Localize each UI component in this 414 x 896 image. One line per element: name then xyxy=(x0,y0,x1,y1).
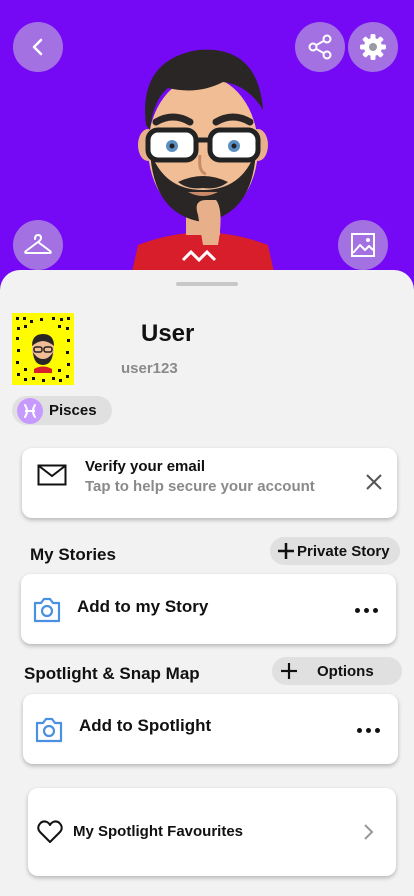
pisces-icon xyxy=(17,397,43,424)
private-story-label: Private Story xyxy=(297,542,390,560)
spotlight-title: Spotlight & Snap Map xyxy=(24,664,200,683)
my-stories-title: My Stories xyxy=(30,545,116,564)
add-to-story-label: Add to my Story xyxy=(77,597,209,616)
profile-header xyxy=(0,0,414,290)
change-outfit-button[interactable] xyxy=(13,220,63,270)
close-icon[interactable] xyxy=(365,473,383,491)
image-icon xyxy=(351,233,375,257)
snapcode[interactable] xyxy=(12,313,74,385)
add-to-spotlight-label: Add to Spotlight xyxy=(79,716,212,735)
username: user123 xyxy=(121,360,178,377)
spotlight-options-label: Options xyxy=(317,662,374,680)
more-options-icon[interactable] xyxy=(357,728,380,733)
profile-sheet: User user123 Pisces Verify your email Ta… xyxy=(0,270,414,896)
verify-email-card[interactable]: Verify your email Tap to help secure you… xyxy=(22,448,397,518)
spotlight-options-button[interactable]: Options xyxy=(272,657,402,685)
bitmoji-avatar[interactable] xyxy=(128,40,278,290)
gear-icon xyxy=(360,34,386,60)
verify-email-subtitle: Tap to help secure your account xyxy=(85,478,315,495)
zodiac-badge[interactable]: Pisces xyxy=(12,396,112,425)
display-name: User xyxy=(141,320,195,347)
change-background-button[interactable] xyxy=(338,220,388,270)
zodiac-label: Pisces xyxy=(49,402,97,419)
hanger-icon xyxy=(24,234,52,254)
add-to-spotlight-card[interactable]: Add to Spotlight xyxy=(23,694,398,764)
chevron-right-icon xyxy=(364,824,374,840)
more-options-icon[interactable] xyxy=(355,608,378,613)
plus-icon xyxy=(281,663,297,679)
camera-icon xyxy=(33,597,61,623)
settings-button[interactable] xyxy=(348,22,398,72)
drag-handle[interactable] xyxy=(176,282,238,286)
camera-icon xyxy=(35,717,63,743)
spotlight-favourites-card[interactable]: My Spotlight Favourites xyxy=(28,788,396,876)
envelope-icon xyxy=(37,464,67,486)
plus-icon xyxy=(278,543,294,559)
verify-email-title: Verify your email xyxy=(85,458,206,475)
back-button[interactable] xyxy=(13,22,63,72)
share-button[interactable] xyxy=(295,22,345,72)
share-icon xyxy=(308,34,332,60)
private-story-button[interactable]: Private Story xyxy=(270,537,400,565)
add-to-story-card[interactable]: Add to my Story xyxy=(21,574,396,644)
spotlight-favourites-label: My Spotlight Favourites xyxy=(73,823,244,840)
chevron-left-icon xyxy=(32,38,43,56)
heart-icon xyxy=(37,820,63,843)
snapcode-icon xyxy=(16,317,70,382)
